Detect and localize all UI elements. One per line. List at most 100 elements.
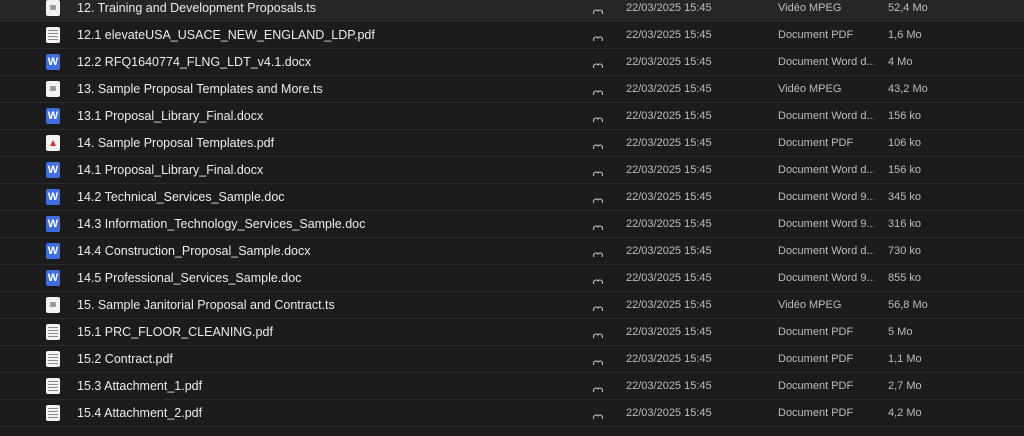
file-name[interactable]: 13.1 Proposal_Library_Final.docx — [77, 103, 557, 130]
file-row[interactable]: W 12.2 RFQ1640774_FLNG_LDT_v4.1.docx 22/03… — [0, 49, 1024, 76]
file-size: 106 ko — [888, 137, 922, 149]
favorite-heart-icon[interactable] — [592, 137, 606, 149]
file-type: Document Word d... — [778, 245, 874, 257]
file-name[interactable]: 14. Sample Proposal Templates.pdf — [77, 130, 557, 157]
file-size: 5 Mo — [888, 326, 913, 338]
file-size: 4 Mo — [888, 56, 913, 68]
file-row[interactable]: W 13.1 Proposal_Library_Final.docx 22/03/2… — [0, 103, 1024, 130]
file-size: 855 ko — [888, 272, 922, 284]
file-type: Document Word 9... — [778, 272, 874, 284]
file-name[interactable]: 12.2 RFQ1640774_FLNG_LDT_v4.1.docx — [77, 49, 557, 76]
file-row[interactable]: 15.1 PRC_FLOOR_CLEANING.pdf 22/03/2025 15… — [0, 319, 1024, 346]
file-name[interactable]: 14.2 Technical_Services_Sample.doc — [77, 184, 557, 211]
pdf-file-icon — [46, 405, 60, 421]
file-date: 22/03/2025 15:45 — [626, 137, 712, 149]
file-date: 22/03/2025 15:45 — [626, 407, 712, 419]
favorite-heart-icon[interactable] — [592, 272, 606, 284]
file-type: Vidéo MPEG — [778, 2, 842, 14]
file-type: Document Word 9... — [778, 218, 874, 230]
video-file-icon — [46, 297, 60, 313]
file-name[interactable]: 12. Training and Development Proposals.t… — [77, 0, 557, 22]
file-row[interactable]: W 14.2 Technical_Services_Sample.doc 22/03… — [0, 184, 1024, 211]
file-row[interactable]: W 14.4 Construction_Proposal_Sample.docx 2… — [0, 238, 1024, 265]
file-size: 156 ko — [888, 164, 922, 176]
file-date: 22/03/2025 15:45 — [626, 56, 712, 68]
favorite-heart-icon[interactable] — [592, 407, 606, 419]
file-size: 316 ko — [888, 218, 922, 230]
favorite-heart-icon[interactable] — [592, 110, 606, 122]
file-size: 345 ko — [888, 191, 922, 203]
file-name[interactable]: 14.1 Proposal_Library_Final.docx — [77, 157, 557, 184]
file-type: Document PDF — [778, 29, 854, 41]
file-size: 1,1 Mo — [888, 353, 922, 365]
file-type: Vidéo MPEG — [778, 299, 842, 311]
file-date: 22/03/2025 15:45 — [626, 218, 712, 230]
pdf-file-icon — [46, 378, 60, 394]
file-date: 22/03/2025 15:45 — [626, 380, 712, 392]
file-row[interactable]: W 14.1 Proposal_Library_Final.docx 22/03/2… — [0, 157, 1024, 184]
favorite-heart-icon[interactable] — [592, 326, 606, 338]
file-size: 1,6 Mo — [888, 29, 922, 41]
file-name[interactable]: 15.1 PRC_FLOOR_CLEANING.pdf — [77, 319, 557, 346]
pdf-file-icon — [46, 351, 60, 367]
file-date: 22/03/2025 15:45 — [626, 299, 712, 311]
file-row[interactable]: 15.4 Attachment_2.pdf 22/03/2025 15:45 Doc… — [0, 400, 1024, 427]
file-list: 12. Training and Development Proposals.t… — [0, 0, 1024, 427]
file-size: 43,2 Mo — [888, 83, 928, 95]
file-row[interactable]: 12.1 elevateUSA_USACE_NEW_ENGLAND_LDP.pd… — [0, 22, 1024, 49]
file-type: Document PDF — [778, 407, 854, 419]
file-date: 22/03/2025 15:45 — [626, 353, 712, 365]
favorite-heart-icon[interactable] — [592, 2, 606, 14]
file-row[interactable]: 15. Sample Janitorial Proposal and Contr… — [0, 292, 1024, 319]
file-row[interactable]: 14. Sample Proposal Templates.pdf 22/03/2… — [0, 130, 1024, 157]
file-date: 22/03/2025 15:45 — [626, 272, 712, 284]
file-size: 730 ko — [888, 245, 922, 257]
favorite-heart-icon[interactable] — [592, 245, 606, 257]
file-type: Document PDF — [778, 326, 854, 338]
favorite-heart-icon[interactable] — [592, 29, 606, 41]
file-size: 2,7 Mo — [888, 380, 922, 392]
file-size: 56,8 Mo — [888, 299, 928, 311]
file-type: Document PDF — [778, 380, 854, 392]
file-row[interactable]: W 14.5 Professional_Services_Sample.doc 22… — [0, 265, 1024, 292]
file-type: Vidéo MPEG — [778, 83, 842, 95]
file-name[interactable]: 15.4 Attachment_2.pdf — [77, 400, 557, 427]
file-row[interactable]: 13. Sample Proposal Templates and More.t… — [0, 76, 1024, 103]
favorite-heart-icon[interactable] — [592, 218, 606, 230]
favorite-heart-icon[interactable] — [592, 380, 606, 392]
pdf-file-icon — [46, 324, 60, 340]
favorite-heart-icon[interactable] — [592, 191, 606, 203]
word-file-icon: W — [46, 54, 60, 70]
file-row[interactable]: 15.3 Attachment_1.pdf 22/03/2025 15:45 Doc… — [0, 373, 1024, 400]
word-file-icon: W — [46, 162, 60, 178]
file-row[interactable]: 15.2 Contract.pdf 22/03/2025 15:45 Documen… — [0, 346, 1024, 373]
file-name[interactable]: 14.5 Professional_Services_Sample.doc — [77, 265, 557, 292]
file-name[interactable]: 13. Sample Proposal Templates and More.t… — [77, 76, 557, 103]
file-date: 22/03/2025 15:45 — [626, 29, 712, 41]
file-row[interactable]: W 14.3 Information_Technology_Services_Sa… — [0, 211, 1024, 238]
file-name[interactable]: 15. Sample Janitorial Proposal and Contr… — [77, 292, 557, 319]
file-date: 22/03/2025 15:45 — [626, 191, 712, 203]
file-date: 22/03/2025 15:45 — [626, 110, 712, 122]
favorite-heart-icon[interactable] — [592, 56, 606, 68]
favorite-heart-icon[interactable] — [592, 353, 606, 365]
file-size: 52,4 Mo — [888, 2, 928, 14]
word-file-icon: W — [46, 216, 60, 232]
favorite-heart-icon[interactable] — [592, 299, 606, 311]
favorite-heart-icon[interactable] — [592, 164, 606, 176]
word-file-icon: W — [46, 243, 60, 259]
file-name[interactable]: 12.1 elevateUSA_USACE_NEW_ENGLAND_LDP.pd… — [77, 22, 557, 49]
file-type: Document Word d... — [778, 56, 874, 68]
file-name[interactable]: 15.3 Attachment_1.pdf — [77, 373, 557, 400]
file-row[interactable]: 12. Training and Development Proposals.t… — [0, 0, 1024, 22]
file-date: 22/03/2025 15:45 — [626, 2, 712, 14]
file-name[interactable]: 14.4 Construction_Proposal_Sample.docx — [77, 238, 557, 265]
file-type: Document PDF — [778, 137, 854, 149]
file-date: 22/03/2025 15:45 — [626, 245, 712, 257]
favorite-heart-icon[interactable] — [592, 83, 606, 95]
video-file-icon — [46, 0, 60, 16]
file-name[interactable]: 15.2 Contract.pdf — [77, 346, 557, 373]
pdf-red-file-icon — [46, 135, 60, 151]
file-name[interactable]: 14.3 Information_Technology_Services_Sam… — [77, 211, 557, 238]
file-date: 22/03/2025 15:45 — [626, 326, 712, 338]
